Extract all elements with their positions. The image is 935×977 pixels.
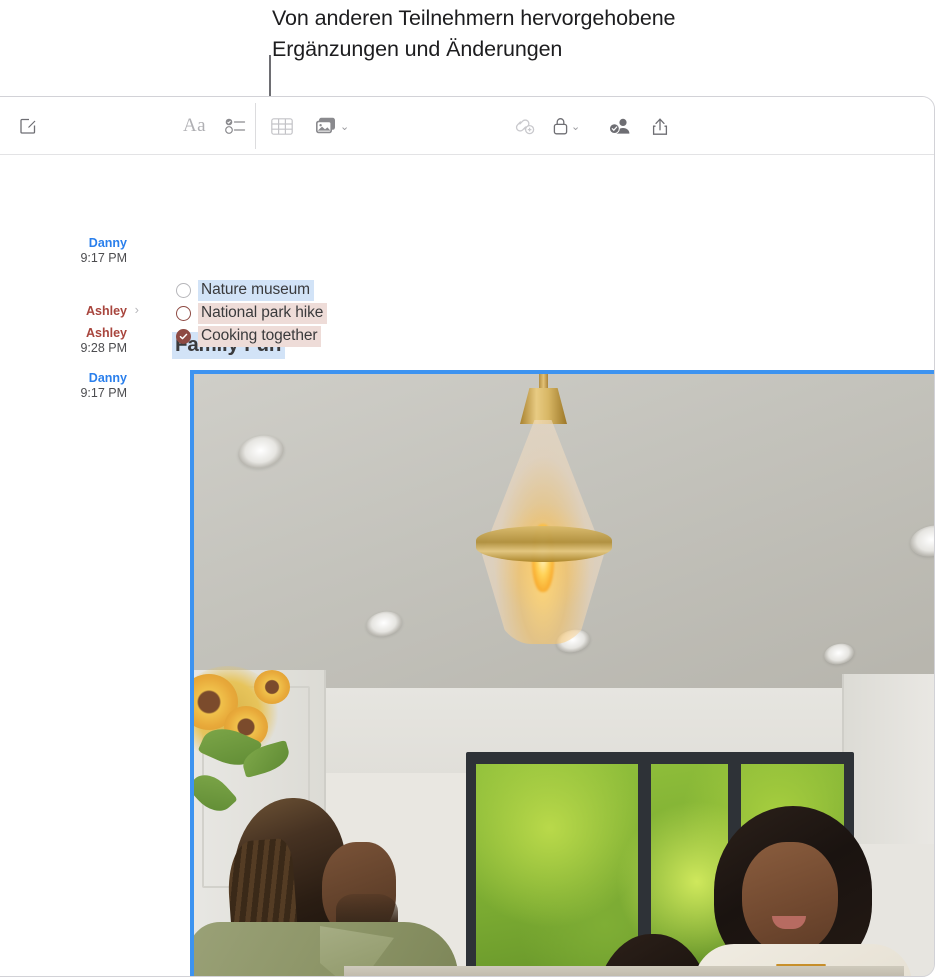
media-chevron-down-icon[interactable]: ⌄ xyxy=(340,120,349,133)
checklist-icon[interactable] xyxy=(223,111,249,141)
lock-chevron-down-icon[interactable]: ⌄ xyxy=(571,120,580,133)
woman-face xyxy=(742,842,838,954)
checklist-item-label: National park hike xyxy=(198,303,328,324)
format-text-button[interactable]: Aa xyxy=(183,111,206,141)
kitchen-counter xyxy=(344,966,904,976)
media-button[interactable]: ⌄ xyxy=(315,111,349,141)
family-cooking-photo xyxy=(194,374,934,976)
attribution-danny-photo[interactable]: Danny 9:17 PM xyxy=(41,371,127,400)
checkbox-unchecked-icon[interactable] xyxy=(176,306,191,321)
screenshot-root: Von anderen Teilnehmern hervorgehobene E… xyxy=(0,0,935,977)
table-icon[interactable] xyxy=(269,111,295,141)
attribution-name: Ashley xyxy=(86,304,127,318)
checklist-item-label: Cooking together xyxy=(198,326,322,347)
annotation-callout-text: Von anderen Teilnehmern hervorgehobene E… xyxy=(272,6,676,61)
note-photo-attachment[interactable] xyxy=(190,370,934,976)
format-text-label: Aa xyxy=(183,115,206,136)
sunflower-icon xyxy=(254,670,290,704)
chevron-right-icon[interactable]: › xyxy=(135,302,139,318)
attribution-ashley-checklist[interactable]: Ashley 9:28 PM xyxy=(41,326,127,355)
checkbox-checked-icon[interactable] xyxy=(176,329,191,344)
checklist-item-1[interactable]: Nature museum xyxy=(176,280,314,301)
attribution-name: Ashley xyxy=(86,326,127,340)
attribution-time: 9:28 PM xyxy=(80,340,127,355)
lock-note-button[interactable]: ⌄ xyxy=(553,111,580,141)
attribution-time: 9:17 PM xyxy=(80,385,127,400)
attribution-time: 9:17 PM xyxy=(80,250,127,265)
kitchen-cabinet-right xyxy=(842,674,934,864)
attribution-danny-title[interactable]: Danny 9:17 PM xyxy=(41,236,127,265)
checklist-item-2[interactable]: National park hike xyxy=(176,303,328,324)
toolbar-divider xyxy=(255,103,256,149)
toolbar: Aa ⌄ ⌄ xyxy=(0,97,934,232)
share-icon[interactable] xyxy=(647,111,673,141)
checkbox-unchecked-icon[interactable] xyxy=(176,283,191,298)
compose-note-icon[interactable] xyxy=(15,111,41,141)
attribution-name: Danny xyxy=(88,236,127,250)
notes-window: Aa ⌄ ⌄ Danny 9:17 PM Ashley › Ashley 9:2… xyxy=(0,96,935,977)
pendant-light-band xyxy=(476,526,612,562)
add-people-icon[interactable] xyxy=(607,111,633,141)
checklist-item-label: Nature museum xyxy=(198,280,314,301)
attribution-ashley-collapsed[interactable]: Ashley › xyxy=(41,302,139,319)
attribution-name: Danny xyxy=(88,371,127,385)
checklist-item-3[interactable]: Cooking together xyxy=(176,326,322,347)
note-content: Danny 9:17 PM Ashley › Ashley 9:28 PM Da… xyxy=(0,155,934,976)
add-link-icon[interactable] xyxy=(511,111,537,141)
